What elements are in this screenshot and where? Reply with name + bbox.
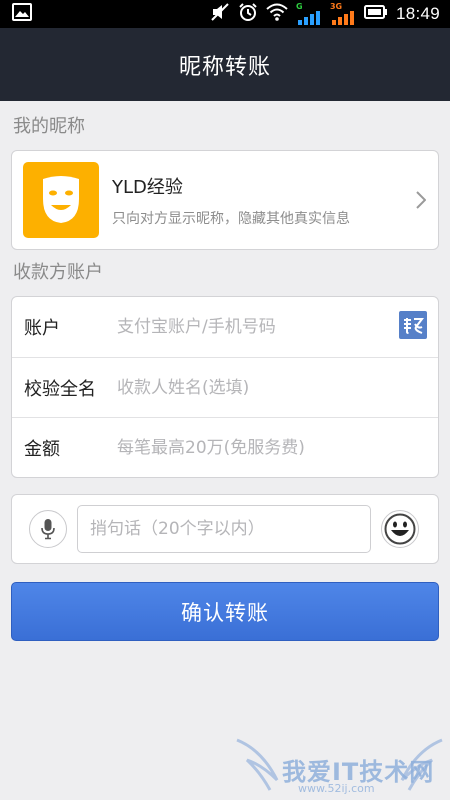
amount-input[interactable] <box>117 437 387 458</box>
payee-form: 账户 校验全名 金额 <box>11 296 439 478</box>
watermark: 我爱IT技术网 www.52ij.com <box>232 720 447 800</box>
mute-icon <box>210 2 230 26</box>
amount-label: 金额 <box>24 438 60 460</box>
contacts-book-icon[interactable] <box>399 311 427 339</box>
status-time: 18:49 <box>395 4 440 23</box>
wifi-icon <box>266 3 288 25</box>
page-title: 昵称转账 <box>178 54 271 80</box>
confirm-transfer-button[interactable]: 确认转账 <box>11 582 439 641</box>
nickname-card[interactable]: YLD经验 只向对方显示昵称，隐藏其他真实信息 <box>11 150 439 250</box>
watermark-url: www.52ij.com <box>298 782 375 795</box>
alarm-icon <box>238 2 258 26</box>
fullname-input[interactable] <box>117 377 387 398</box>
message-input[interactable] <box>77 505 371 553</box>
chevron-right-icon <box>416 191 427 213</box>
fullname-label: 校验全名 <box>24 378 96 400</box>
nickname-section-label: 我的昵称 <box>13 116 85 137</box>
amount-row: 金额 <box>12 417 438 477</box>
nickname-name: YLD经验 <box>112 176 183 198</box>
message-card <box>11 494 439 564</box>
microphone-icon[interactable] <box>29 510 67 548</box>
nickname-description: 只向对方显示昵称，隐藏其他真实信息 <box>112 210 350 227</box>
network-3g-label: 3G <box>329 2 343 11</box>
signal-3g-icon: 3G <box>330 3 356 25</box>
mask-smile-icon <box>23 162 99 238</box>
network-g-label: G <box>295 2 303 11</box>
fullname-row: 校验全名 <box>12 357 438 417</box>
status-bar: G 3G 18:49 <box>0 0 450 28</box>
payee-section-label: 收款方账户 <box>13 262 103 283</box>
account-label: 账户 <box>24 318 60 339</box>
title-bar: 昵称转账 <box>0 28 450 101</box>
account-input[interactable] <box>117 317 387 337</box>
account-row: 账户 <box>12 297 438 357</box>
signal-g-icon: G <box>296 3 322 25</box>
image-icon <box>12 3 32 25</box>
smiley-icon[interactable] <box>381 510 419 548</box>
battery-icon <box>363 4 388 24</box>
